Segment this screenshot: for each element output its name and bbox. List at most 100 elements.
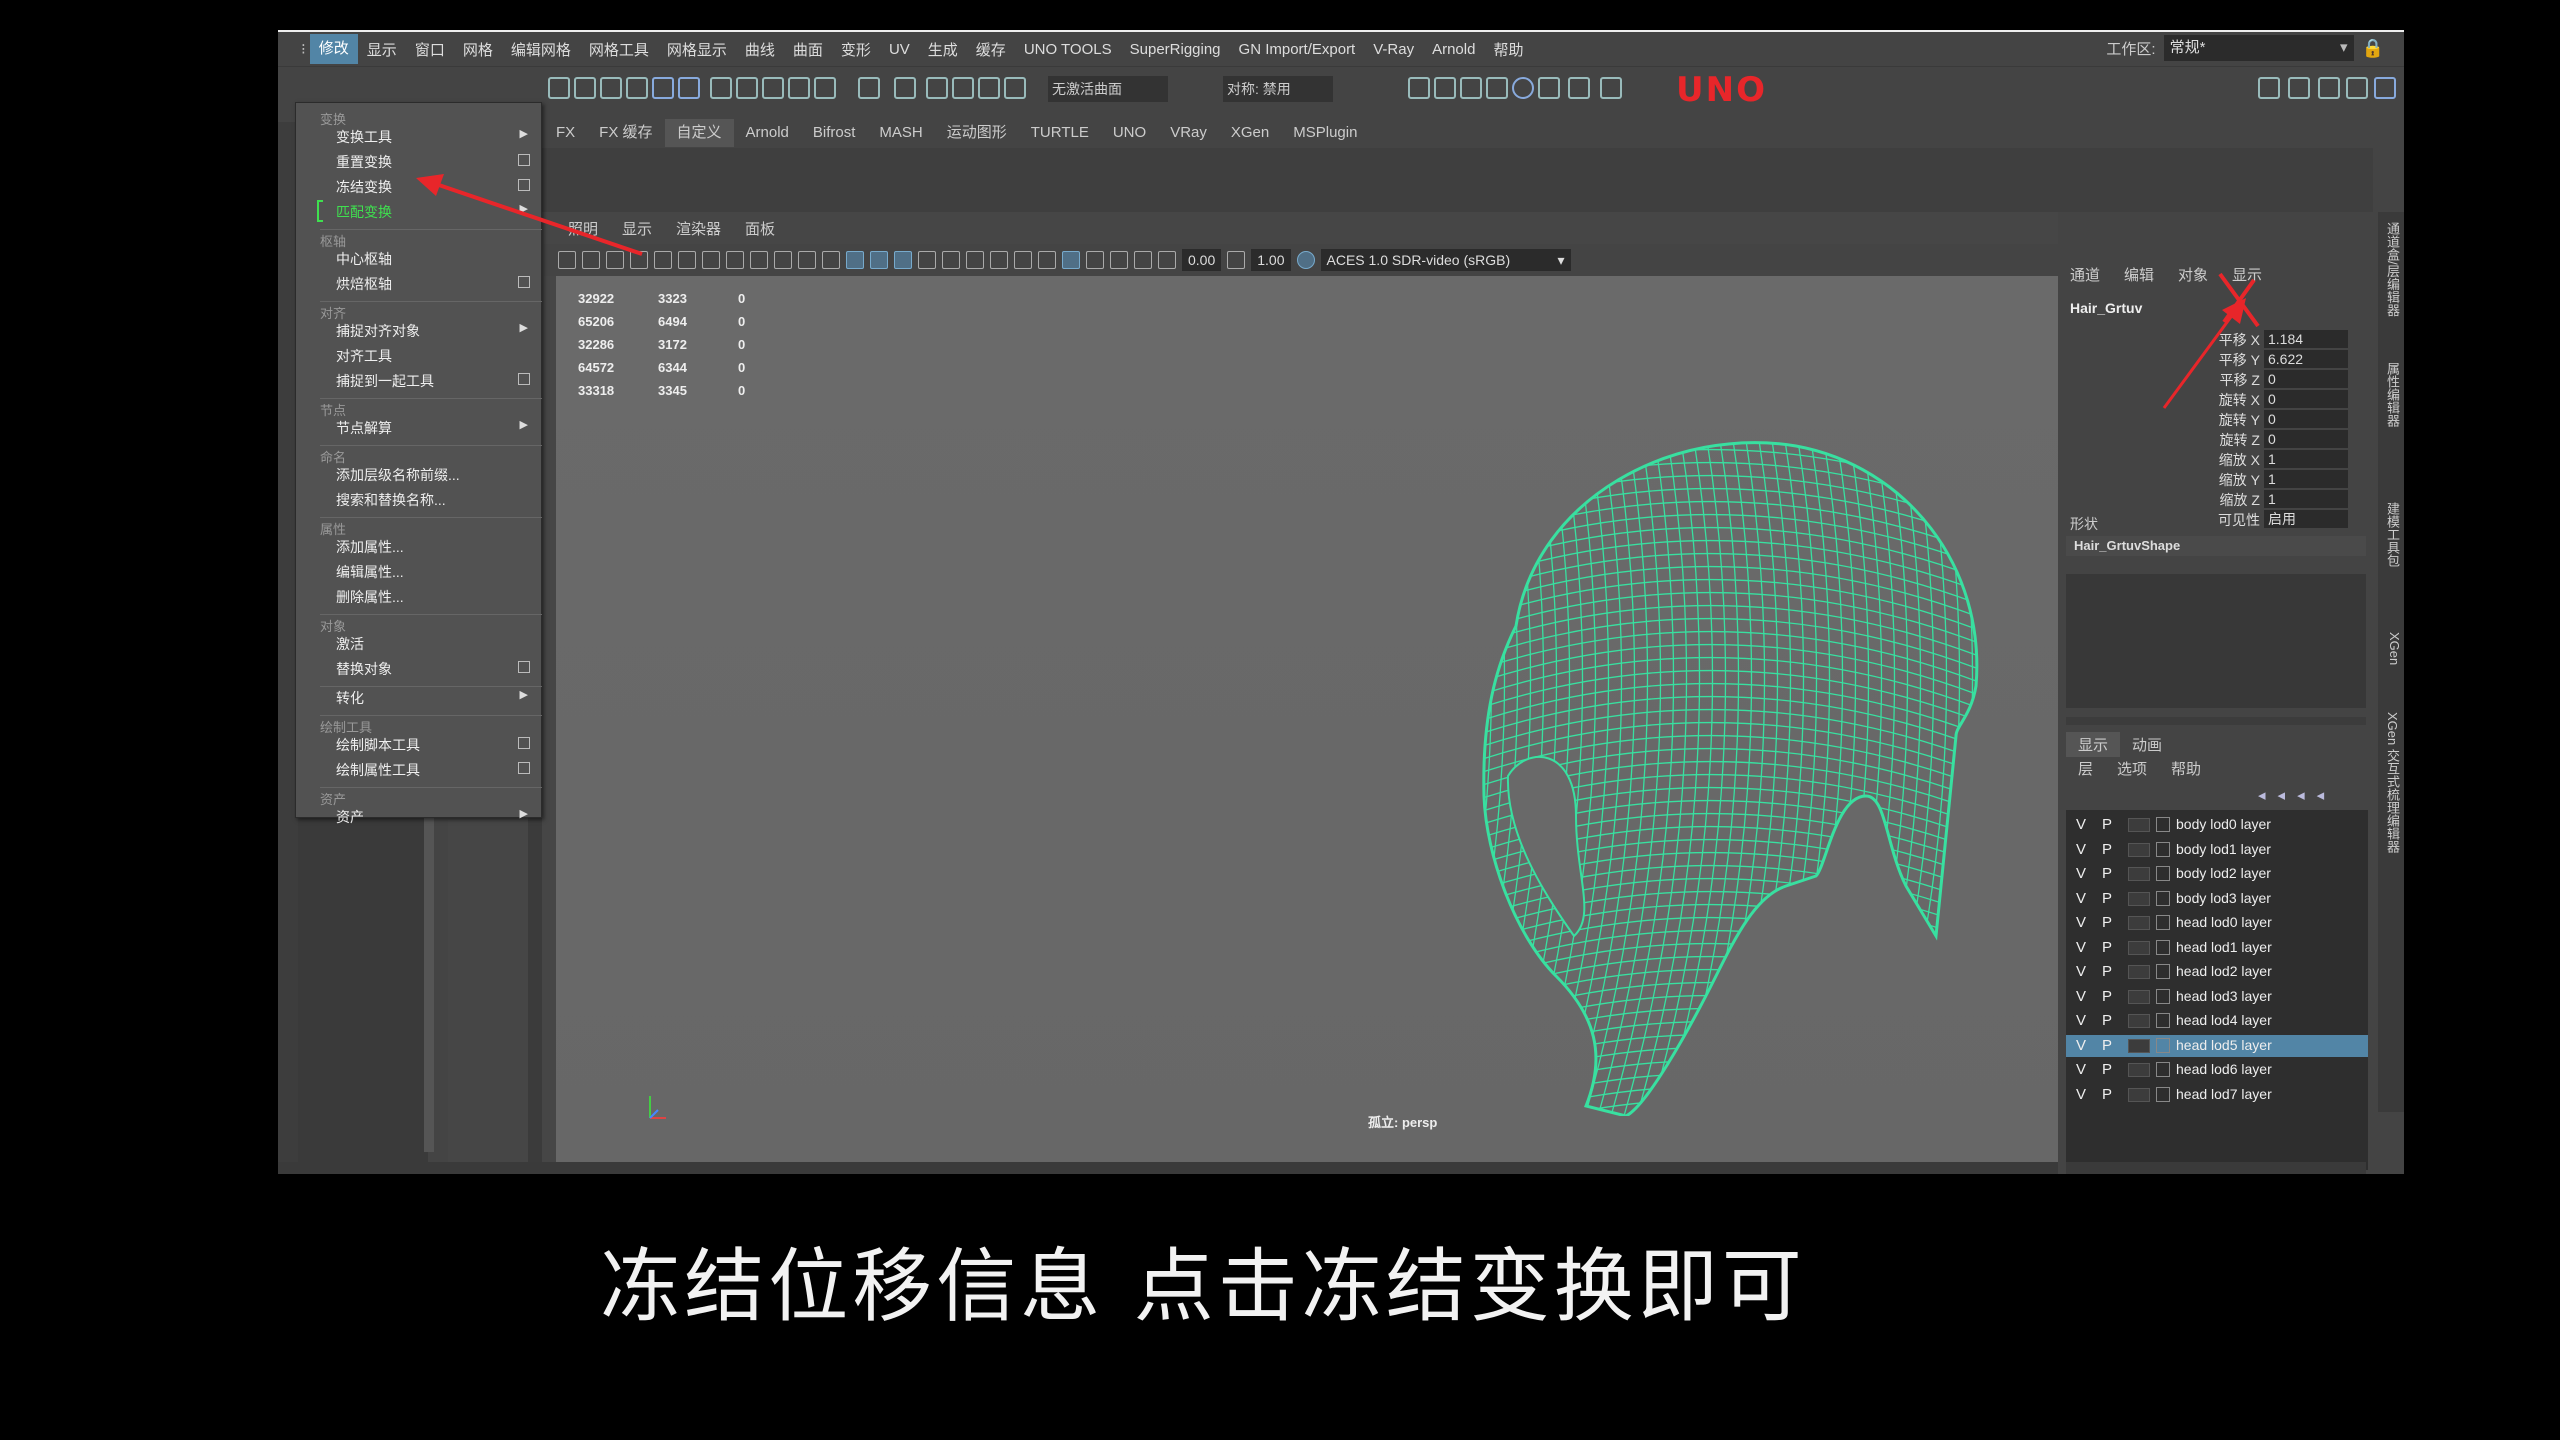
shelf-tab-fx-cache[interactable]: FX 缓存 bbox=[587, 119, 664, 147]
modify-menu-item[interactable]: 编辑属性... bbox=[336, 562, 536, 582]
menu-deform[interactable]: 变形 bbox=[832, 39, 880, 60]
color-management-icon[interactable] bbox=[1296, 251, 1315, 269]
shelf-tab-vray[interactable]: VRay bbox=[1158, 119, 1219, 147]
layer-color-swatch[interactable] bbox=[2128, 989, 2150, 1004]
hypershade-icon[interactable] bbox=[814, 77, 836, 99]
shelf-tab-fx[interactable]: FX bbox=[544, 119, 587, 147]
layer-row[interactable]: V Phead lod0 layer bbox=[2066, 912, 2368, 934]
attribute-value-field[interactable]: 0 bbox=[2264, 430, 2348, 448]
snap-grid-icon[interactable] bbox=[574, 77, 596, 99]
attribute-name[interactable]: 旋转 Z bbox=[2220, 430, 2260, 450]
film-gate-icon[interactable] bbox=[678, 251, 696, 269]
option-box-icon[interactable] bbox=[518, 276, 530, 288]
layer-visibility-toggle[interactable]: V bbox=[2076, 1086, 2086, 1103]
side-tab[interactable]: XGen bbox=[2380, 632, 2402, 665]
render-sphere-icon[interactable] bbox=[1512, 77, 1534, 99]
pause-icon[interactable] bbox=[1568, 77, 1590, 99]
safe-action-icon[interactable] bbox=[774, 251, 792, 269]
render-view-icon-2[interactable] bbox=[1434, 77, 1456, 99]
layer-menu-layers[interactable]: 层 bbox=[2066, 758, 2105, 779]
ambient-occlusion-icon[interactable] bbox=[990, 251, 1008, 269]
option-box-icon[interactable] bbox=[518, 661, 530, 673]
render-settings2-icon[interactable] bbox=[1538, 77, 1560, 99]
menu-help[interactable]: 帮助 bbox=[1484, 39, 1532, 60]
attribute-name[interactable]: 缩放 Y bbox=[2219, 470, 2260, 490]
snap-surface-icon[interactable] bbox=[678, 77, 700, 99]
lock-icon[interactable]: 🔒 bbox=[2362, 38, 2384, 59]
menu-curves[interactable]: 曲线 bbox=[736, 39, 784, 60]
hair-wireframe-mesh[interactable] bbox=[1456, 416, 2016, 1116]
move-layer-down-icon[interactable]: ◂ bbox=[2278, 787, 2298, 804]
antialias-icon[interactable] bbox=[1038, 251, 1056, 269]
layer-playback-toggle[interactable]: P bbox=[2102, 988, 2112, 1005]
layer-visibility-toggle[interactable]: V bbox=[2076, 914, 2086, 931]
layer-visibility-toggle[interactable]: V bbox=[2076, 1037, 2086, 1054]
layer-visibility-toggle[interactable]: V bbox=[2076, 816, 2086, 833]
layer-playback-toggle[interactable]: P bbox=[2102, 1037, 2112, 1054]
shelf-tab-mash[interactable]: MASH bbox=[867, 119, 934, 147]
layer-row[interactable]: V Phead lod1 layer bbox=[2066, 937, 2368, 959]
modify-menu-item[interactable]: 节点解算 ▶ bbox=[336, 418, 536, 438]
menu-generate[interactable]: 生成 bbox=[919, 39, 967, 60]
gamma-icon[interactable] bbox=[1227, 251, 1246, 269]
menu-mesh-tools[interactable]: 网格工具 bbox=[580, 39, 658, 60]
layer-visibility-toggle[interactable]: V bbox=[2076, 963, 2086, 980]
modify-menu-item[interactable]: 搜索和替换名称... bbox=[336, 490, 536, 510]
layer-visibility-toggle[interactable]: V bbox=[2076, 988, 2086, 1005]
render-view-icon-3[interactable] bbox=[1460, 77, 1482, 99]
layer-row[interactable]: V Phead lod5 layer bbox=[2066, 1034, 2368, 1057]
option-box-icon[interactable] bbox=[518, 762, 530, 774]
layer-color-swatch[interactable] bbox=[2128, 818, 2150, 832]
layer-row[interactable]: V Phead lod2 layer bbox=[2066, 961, 2368, 983]
viewport-menu-renderer[interactable]: 渲染器 bbox=[664, 218, 733, 239]
side-tab[interactable]: XGen 交互式梳理编辑器 bbox=[2380, 712, 2402, 853]
attribute-value-field[interactable]: 1 bbox=[2264, 470, 2348, 488]
shelf-tab-custom[interactable]: 自定义 bbox=[664, 119, 734, 147]
layer-playback-toggle[interactable]: P bbox=[2102, 963, 2112, 980]
attribute-value-field[interactable]: 启用 bbox=[2264, 510, 2348, 528]
layer-playback-toggle[interactable]: P bbox=[2102, 939, 2112, 956]
gamma-field[interactable]: 1.00 bbox=[1251, 249, 1291, 271]
magnet-icon[interactable] bbox=[894, 77, 916, 99]
xray-icon[interactable] bbox=[894, 251, 912, 269]
layer-row[interactable]: V Phead lod7 layer bbox=[2066, 1084, 2368, 1106]
xray-active-icon[interactable] bbox=[1110, 251, 1128, 269]
layer-row[interactable]: V Pbody lod1 layer bbox=[2066, 839, 2368, 861]
layer-color-swatch[interactable] bbox=[2128, 940, 2150, 955]
layer-color-swatch[interactable] bbox=[2128, 891, 2150, 906]
viewport-canvas[interactable] bbox=[556, 276, 2148, 1162]
side-tab[interactable]: 建模工具包 bbox=[2380, 502, 2402, 567]
option-box-icon[interactable] bbox=[518, 373, 530, 385]
layer-row[interactable]: V Phead lod6 layer bbox=[2066, 1059, 2368, 1081]
sidebar-toggle-icon-5[interactable] bbox=[2374, 77, 2396, 99]
modify-menu-item[interactable]: 烘焙枢轴 bbox=[336, 274, 536, 294]
sidebar-toggle-icon-4[interactable] bbox=[2346, 77, 2368, 99]
shelf-tab-motion-graphics[interactable]: 运动图形 bbox=[935, 119, 1019, 147]
modify-menu-item[interactable]: 对齐工具 bbox=[336, 346, 536, 366]
layer-color-swatch[interactable] bbox=[2128, 916, 2150, 930]
shelf-tab-xgen[interactable]: XGen bbox=[1219, 119, 1281, 147]
layer-menu-options[interactable]: 选项 bbox=[2105, 758, 2159, 779]
layer-row[interactable]: V Phead lod4 layer bbox=[2066, 1010, 2368, 1032]
shelf-tab-msplugin[interactable]: MSPlugin bbox=[1281, 119, 1369, 147]
layer-playback-toggle[interactable]: P bbox=[2102, 1012, 2112, 1029]
menu-surfaces[interactable]: 曲面 bbox=[784, 39, 832, 60]
select-tool-icon[interactable] bbox=[548, 77, 570, 99]
input-line-icon-3[interactable] bbox=[978, 77, 1000, 99]
layer-visibility-toggle[interactable]: V bbox=[2076, 1061, 2086, 1078]
smooth-shade-icon[interactable] bbox=[846, 251, 864, 269]
modify-menu-item[interactable]: 删除属性... bbox=[336, 587, 536, 607]
menu-edit-mesh[interactable]: 编辑网格 bbox=[502, 39, 580, 60]
menu-mesh-display[interactable]: 网格显示 bbox=[658, 39, 736, 60]
render-view-icon-4[interactable] bbox=[1486, 77, 1508, 99]
safe-title-icon[interactable] bbox=[798, 251, 816, 269]
shelf-tab-turtle[interactable]: TURTLE bbox=[1019, 119, 1101, 147]
exposure-field[interactable]: 0.00 bbox=[1182, 249, 1222, 271]
menu-modify[interactable]: 修改 bbox=[309, 34, 358, 64]
shelf-tab-bifrost[interactable]: Bifrost bbox=[801, 119, 868, 147]
shadows-icon[interactable] bbox=[966, 251, 984, 269]
modify-menu-item[interactable]: 绘制属性工具 bbox=[336, 760, 536, 780]
new-layer-selected-icon[interactable]: ◂ bbox=[2317, 787, 2337, 804]
menu-superrigging[interactable]: SuperRigging bbox=[1121, 41, 1230, 58]
menu-uv[interactable]: UV bbox=[880, 41, 919, 58]
